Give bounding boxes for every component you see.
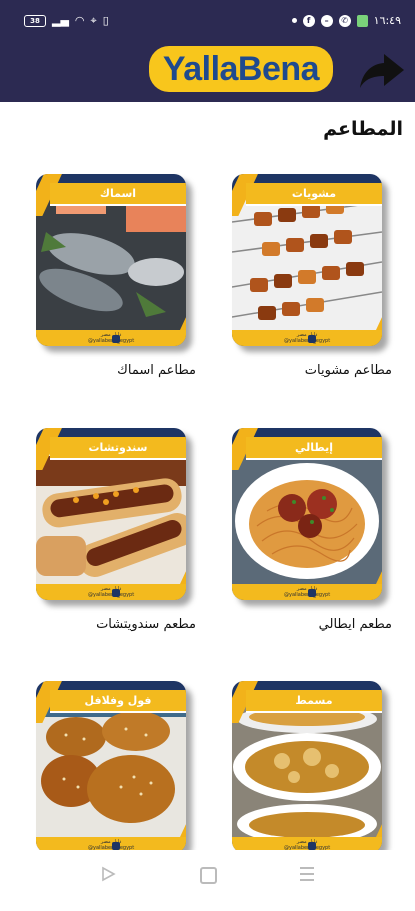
card-label[interactable]: مطعم سندويتشات xyxy=(36,617,196,632)
whatsapp-icon: ✆ xyxy=(338,14,351,27)
instagram-icon xyxy=(308,842,316,850)
notification-dot-icon xyxy=(291,18,297,23)
yallabena-logo: YallaBena xyxy=(149,46,333,92)
category-banner: إيطالي xyxy=(246,437,382,460)
category-tile[interactable]: مشويات دليل مصر@yallabena_egypt xyxy=(232,174,382,346)
category-banner: مسمط xyxy=(246,690,382,713)
card-label[interactable]: مطاعم مشويات xyxy=(232,363,392,378)
share-arrow-icon[interactable] xyxy=(358,50,406,90)
instagram-icon xyxy=(308,589,316,597)
category-banner: مشويات xyxy=(246,183,382,206)
battery-level: 38 xyxy=(30,17,40,25)
card-footer-bar: دليل مصر@yallabena_egypt xyxy=(36,584,186,600)
card-label[interactable]: مطاعم اسماك xyxy=(36,363,196,378)
app-notification-icon xyxy=(356,14,368,27)
vibrate-icon: ▯ xyxy=(102,14,109,27)
category-card-grill[interactable]: مشويات دليل مصر@yallabena_egypt مطاعم مش… xyxy=(232,174,402,404)
category-banner: فول وفلافل xyxy=(50,690,186,713)
stew-photo xyxy=(232,699,382,839)
card-footer-bar: دليل مصر@yallabena_egypt xyxy=(36,330,186,346)
facebook-icon: f xyxy=(302,14,315,27)
category-tile[interactable]: إيطالي دليل مصر@yallabena_egypt xyxy=(232,428,382,600)
category-banner: سندوتشات xyxy=(50,437,186,460)
category-tile[interactable]: مسمط دليل مصر@yallabena_egypt xyxy=(232,681,382,853)
hotdog-photo xyxy=(36,446,186,586)
messenger-icon: – xyxy=(320,14,333,27)
page-title: المطاعم xyxy=(323,118,403,140)
location-icon: ⌖ xyxy=(90,14,97,27)
status-left: 38 ▂▄ ◠ ⌖ ▯ xyxy=(24,15,109,27)
nav-recents-icon[interactable] xyxy=(300,867,314,885)
category-tile[interactable]: اسماك دليل مصر@yallabena_egypt xyxy=(36,174,186,346)
nav-back-icon[interactable] xyxy=(100,866,116,882)
falafel-photo xyxy=(36,699,186,839)
category-card-italian[interactable]: إيطالي دليل مصر@yallabena_egypt مطعم ايط… xyxy=(232,428,402,658)
signal-icon: ▂▄ xyxy=(52,14,69,27)
spaghetti-photo xyxy=(232,446,382,586)
category-card-fish[interactable]: اسماك دليل مصر@yallabena_egypt مطاعم اسم… xyxy=(36,174,206,404)
card-footer-bar: دليل مصر@yallabena_egypt xyxy=(232,330,382,346)
wifi-icon: ◠ xyxy=(74,14,85,27)
app-header: YallaBena xyxy=(0,38,415,102)
status-right: f – ✆ ١٦:٤٩ xyxy=(291,14,401,27)
card-label[interactable]: مطعم ايطالي xyxy=(232,617,392,632)
clock: ١٦:٤٩ xyxy=(373,14,401,27)
grill-photo xyxy=(232,192,382,332)
instagram-icon xyxy=(112,335,120,343)
instagram-icon xyxy=(308,335,316,343)
card-footer-bar: دليل مصر@yallabena_egypt xyxy=(232,584,382,600)
category-banner: اسماك xyxy=(50,183,186,206)
instagram-icon xyxy=(112,842,120,850)
fish-photo xyxy=(36,192,186,332)
category-card-sandwiches[interactable]: سندوتشات دليل مصر@yallabena_egypt مطعم س… xyxy=(36,428,206,658)
instagram-icon xyxy=(112,589,120,597)
nav-home-icon[interactable] xyxy=(200,867,217,884)
category-tile[interactable]: فول وفلافل دليل مصر@yallabena_egypt xyxy=(36,681,186,853)
battery-icon: 38 xyxy=(24,15,46,27)
category-tile[interactable]: سندوتشات دليل مصر@yallabena_egypt xyxy=(36,428,186,600)
system-nav-bar xyxy=(0,850,415,900)
